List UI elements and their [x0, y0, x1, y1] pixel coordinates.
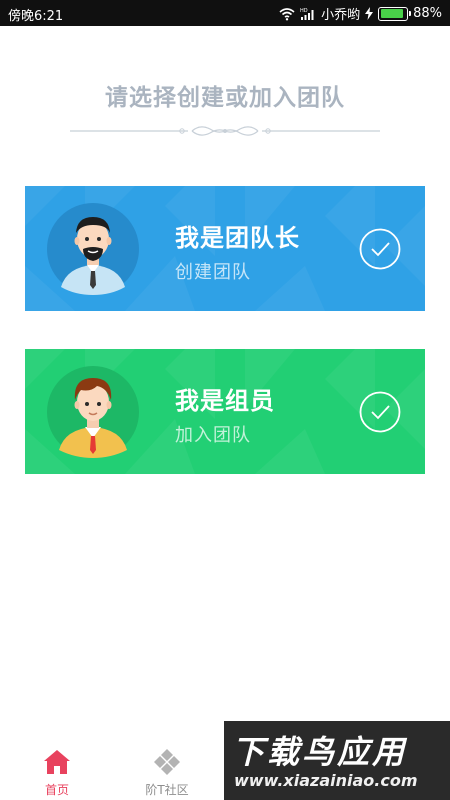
tab-home-label: 首页	[44, 783, 69, 797]
charging-bolt-icon	[365, 7, 374, 20]
page-title: 请选择创建或加入团队	[105, 85, 345, 111]
battery-icon	[378, 6, 412, 21]
watermark-brand: 下载鸟应用	[232, 733, 408, 771]
carrier-name: 小乔哟	[321, 8, 361, 23]
tab-community-label: 阶T社区	[145, 783, 189, 797]
wifi-icon	[279, 7, 295, 20]
svg-text:HD: HD	[300, 8, 308, 14]
battery-percent: 88%	[413, 6, 442, 21]
tab-community[interactable]: 阶T社区	[122, 740, 212, 800]
ornament-divider	[70, 126, 380, 136]
status-time: 傍晚6:21	[8, 9, 64, 24]
watermark-url: www.xiazainiao.com	[234, 771, 418, 790]
check-circle-icon	[359, 391, 401, 433]
leader-role-card[interactable]: 我是团队长 创建团队	[25, 186, 425, 311]
leader-subtitle: 创建团队	[175, 262, 251, 283]
member-title: 我是组员	[175, 387, 275, 415]
member-avatar-icon	[47, 366, 139, 458]
tab-home[interactable]: 首页	[12, 740, 102, 800]
battery-level-fill	[380, 9, 403, 18]
member-subtitle: 加入团队	[175, 425, 251, 446]
home-icon	[44, 750, 70, 774]
watermark-logo: 下载鸟应用 www.xiazainiao.com	[224, 721, 450, 800]
community-icon	[154, 749, 180, 775]
signal-icon: HD	[300, 8, 314, 20]
member-role-card[interactable]: 我是组员 加入团队	[25, 349, 425, 474]
status-bar: 傍晚6:21 HD 小乔哟 88%	[0, 0, 450, 26]
leader-avatar-icon	[47, 203, 139, 295]
leader-title: 我是团队长	[175, 224, 300, 252]
status-indicators: HD 小乔哟 88%	[279, 4, 442, 23]
check-circle-icon	[359, 228, 401, 270]
